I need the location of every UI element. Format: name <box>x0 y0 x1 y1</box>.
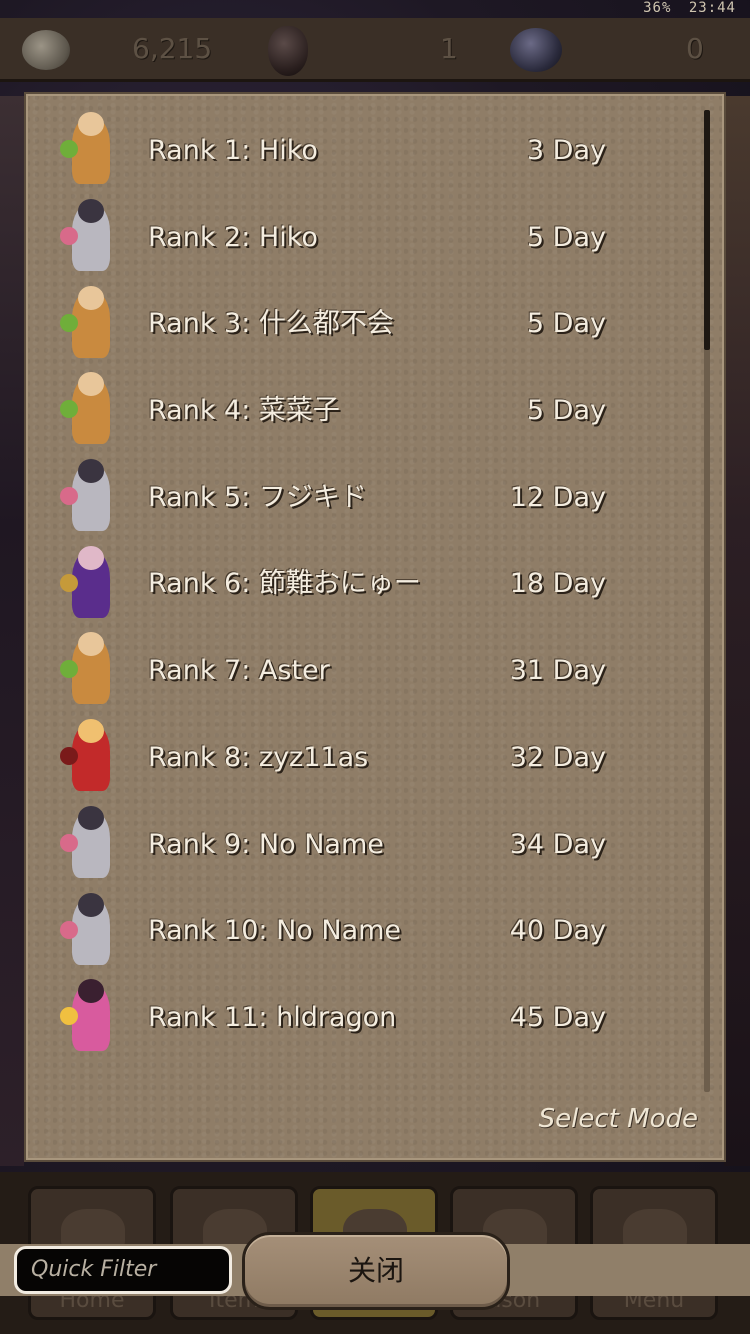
ranking-name: Rank 6: 節難おにゅー <box>148 568 421 600</box>
ranking-days: 3 Day <box>526 135 606 166</box>
ranking-row[interactable]: Rank 9: No Name 34 Day <box>26 802 696 889</box>
ranking-row[interactable]: Rank 1: Hiko 3 Day <box>26 108 696 195</box>
clock: 23:44 <box>688 0 736 16</box>
close-button[interactable]: 关闭 <box>242 1232 510 1310</box>
background-right <box>724 96 750 1166</box>
ranking-screen: 36% 23:44 6,215 1 0 Rank 1: Hiko 3 Day Ran… <box>0 0 750 1334</box>
character-avatar-icon <box>56 719 128 797</box>
ranking-name: Rank 9: No Name <box>148 828 384 860</box>
ranking-row[interactable]: Rank 5: フジキド 12 Day <box>26 455 696 542</box>
coin-count: 6,215 <box>132 32 213 65</box>
ranking-row[interactable]: Rank 2: Hiko 5 Day <box>26 195 696 282</box>
ranking-name: Rank 7: Aster <box>148 655 330 687</box>
character-avatar-icon <box>56 459 128 537</box>
gem-count: 1 <box>440 32 458 65</box>
character-avatar-icon <box>56 892 128 971</box>
ranking-row[interactable]: Rank 4: 菜菜子 5 Day <box>26 368 696 455</box>
coin-icon <box>22 30 70 70</box>
ranking-name: Rank 5: フジキド <box>148 481 367 513</box>
character-avatar-icon <box>56 632 128 710</box>
ranking-name: Rank 8: zyz11as <box>148 741 369 773</box>
ranking-name: Rank 11: hldragon <box>148 1001 397 1033</box>
character-avatar-icon <box>56 285 128 364</box>
ranking-list[interactable]: Rank 1: Hiko 3 Day Rank 2: Hiko 5 Day Rank 3… <box>26 108 696 1062</box>
quick-filter-input[interactable]: Quick Filter <box>14 1246 232 1294</box>
character-avatar-icon <box>56 372 128 450</box>
character-avatar-icon <box>56 545 128 624</box>
ranking-row[interactable]: Rank 10: No Name 40 Day <box>26 888 696 975</box>
currency-bar: 6,215 1 0 <box>0 18 750 82</box>
select-mode-button[interactable]: Select Mode <box>539 1104 698 1134</box>
gem-icon <box>268 26 308 76</box>
background-left <box>0 96 24 1166</box>
ranking-row[interactable]: Rank 7: Aster 31 Day <box>26 628 696 715</box>
character-avatar-icon <box>56 112 128 190</box>
ranking-row[interactable]: Rank 6: 節難おにゅー 18 Day <box>26 541 696 628</box>
character-avatar-icon <box>56 979 128 1057</box>
ranking-days: 18 Day <box>509 568 606 600</box>
orb-count: 0 <box>686 32 704 65</box>
ranking-name: Rank 10: No Name <box>148 915 402 947</box>
ranking-days: 31 Day <box>509 655 606 687</box>
ranking-row[interactable]: Rank 8: zyz11as 32 Day <box>26 715 696 802</box>
status-bar: 36% 23:44 <box>635 0 736 18</box>
ranking-name: Rank 3: 什么都不会 <box>148 308 394 340</box>
character-avatar-icon <box>56 805 128 884</box>
ranking-days: 45 Day <box>509 1001 606 1033</box>
ranking-days: 40 Day <box>509 915 606 947</box>
ranking-days: 5 Day <box>526 308 606 340</box>
battery-level: 36% <box>643 0 672 16</box>
ranking-name: Rank 1: Hiko <box>148 135 318 166</box>
ranking-row[interactable]: Rank 3: 什么都不会 5 Day <box>26 281 696 368</box>
ranking-row[interactable]: Rank 11: hldragon 45 Day <box>26 975 696 1062</box>
orb-icon <box>510 28 562 72</box>
scrollbar-thumb[interactable] <box>704 110 710 350</box>
ranking-days: 34 Day <box>509 828 606 860</box>
character-avatar-icon <box>56 199 128 277</box>
ranking-name: Rank 2: Hiko <box>148 221 318 253</box>
ranking-days: 5 Day <box>526 395 606 427</box>
ranking-days: 5 Day <box>526 221 606 253</box>
ranking-name: Rank 4: 菜菜子 <box>148 395 340 427</box>
ranking-days: 12 Day <box>509 481 606 513</box>
ranking-panel: Rank 1: Hiko 3 Day Rank 2: Hiko 5 Day Rank 3… <box>24 92 726 1162</box>
ranking-days: 32 Day <box>509 741 606 773</box>
